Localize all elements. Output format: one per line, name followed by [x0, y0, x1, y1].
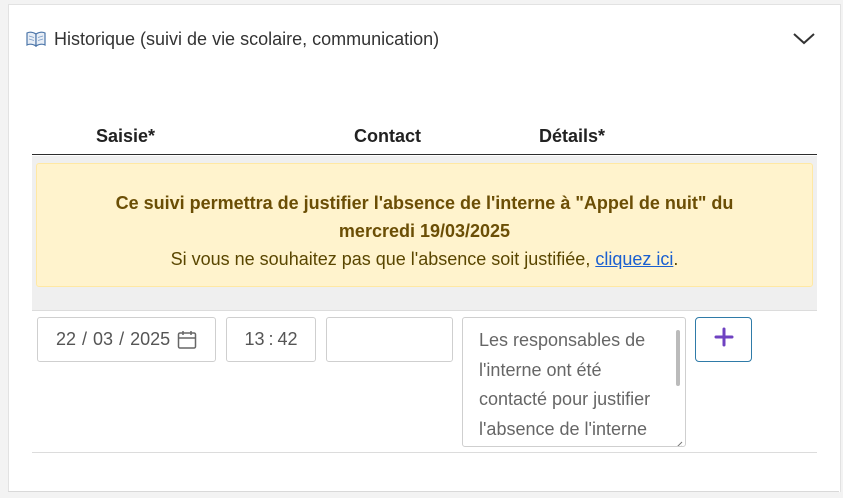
calendar-icon[interactable] — [177, 330, 197, 355]
column-header-contact: Contact — [354, 126, 421, 146]
alert-message: Ce suivi permettra de justifier l'absenc… — [115, 193, 734, 241]
alert-note: Si vous ne souhaitez pas que l'absence s… — [37, 245, 812, 273]
accordion-title-wrap: Historique (suivi de vie scolaire, commu… — [26, 29, 439, 50]
row-divider — [32, 310, 817, 311]
date-separator: / — [82, 329, 88, 349]
date-separator: / — [119, 329, 125, 349]
details-textarea[interactable]: Les responsables de l'interne ont été co… — [462, 317, 686, 447]
contact-input[interactable] — [326, 317, 453, 362]
time-separator: : — [268, 329, 274, 349]
column-header-saisie: Saisie* — [96, 126, 156, 146]
resize-grip-icon[interactable] — [671, 432, 683, 446]
accordion-header-historique[interactable]: Historique (suivi de vie scolaire, commu… — [26, 26, 816, 52]
plus-icon — [714, 327, 734, 352]
divider — [8, 491, 839, 492]
table-header: Saisie* Contact Détails* — [32, 118, 817, 155]
open-book-icon — [26, 31, 46, 48]
time-input[interactable]: 13:42 — [226, 317, 316, 362]
alert-note-prefix: Si vous ne souhaitez pas que l'absence s… — [170, 249, 596, 269]
row-divider — [32, 452, 817, 453]
details-text: Les responsables de l'interne ont été co… — [479, 330, 651, 439]
accordion-title: Historique (suivi de vie scolaire, commu… — [54, 28, 440, 49]
date-input[interactable]: 22/03/2025 — [37, 317, 216, 362]
time-minute[interactable]: 42 — [278, 329, 298, 350]
scrollbar-thumb[interactable] — [676, 330, 680, 386]
date-day[interactable]: 22 — [56, 329, 76, 350]
chevron-down-icon[interactable] — [792, 27, 816, 51]
date-month[interactable]: 03 — [93, 329, 113, 350]
date-year[interactable]: 2025 — [130, 329, 170, 350]
column-header-details: Détails* — [539, 126, 606, 146]
alert-row: Ce suivi permettra de justifier l'absenc… — [32, 156, 817, 310]
add-button[interactable] — [695, 317, 752, 362]
time-hour[interactable]: 13 — [244, 329, 264, 350]
cliquez-ici-link[interactable]: cliquez ici — [595, 249, 673, 269]
alert-note-suffix: . — [673, 249, 679, 269]
justification-alert: Ce suivi permettra de justifier l'absenc… — [36, 163, 813, 287]
